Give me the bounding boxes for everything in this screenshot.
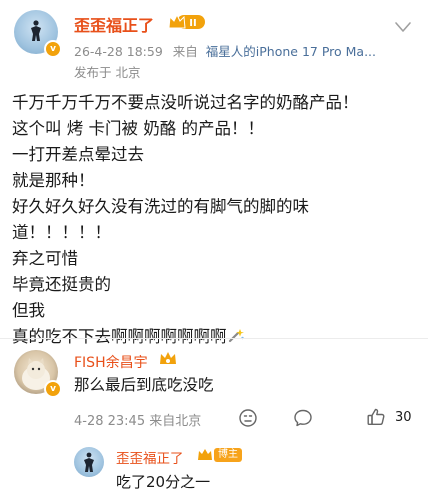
emoji-reaction-icon[interactable] xyxy=(238,408,258,428)
post-location: 发布于 北京 xyxy=(74,65,141,80)
post-meta: 26-4-28 18:59 来自 福星人的iPhone 17 Pro Ma... xyxy=(74,41,376,60)
comment-meta: 4-28 23:45 来自北京 xyxy=(74,414,202,429)
reply-author-avatar[interactable] xyxy=(74,447,104,477)
post-line: 这个叫 烤 卡门被 奶酪 的产品！！ xyxy=(12,119,264,138)
post-line: 弃之可惜 xyxy=(12,249,78,268)
like-thumb-icon[interactable] xyxy=(366,407,386,427)
reply-author-name[interactable]: 歪歪福正了 xyxy=(116,447,184,467)
source-prefix: 来自 xyxy=(172,44,198,59)
post-line: 但我 xyxy=(12,301,45,320)
chevron-down-icon[interactable] xyxy=(392,16,414,38)
source-device-link[interactable]: 福星人的iPhone 17 Pro Ma... xyxy=(206,44,376,59)
avatar-figure xyxy=(31,20,41,41)
verified-badge-icon: v xyxy=(44,380,62,398)
member-crown-icon xyxy=(198,449,212,460)
post-body: 千万千万千万不要点没听说过名字的奶酪产品！ 这个叫 烤 卡门被 奶酪 的产品！！… xyxy=(12,90,416,350)
avatar-figure xyxy=(84,452,94,472)
post-date: 26-4-28 18:59 xyxy=(74,44,163,59)
author-name[interactable]: 歪歪福正了 xyxy=(74,12,154,36)
post-line: 就是那种！ xyxy=(12,171,95,190)
verified-badge-icon: v xyxy=(44,40,62,58)
commenter-name[interactable]: FISH余昌宇 xyxy=(74,352,148,372)
reply-text: 吃了20分之一 xyxy=(116,473,211,491)
sparkle-emoji-icon xyxy=(228,329,244,343)
member-crown-icon xyxy=(160,352,176,364)
post-line: 毕竟还挺贵的 xyxy=(12,275,111,294)
post-line-last: 真的吃不下去啊啊啊啊啊啊啊 xyxy=(12,324,416,350)
post-line: 真的吃不下去啊啊啊啊啊啊啊 xyxy=(12,327,227,346)
post-line: 一打开差点晕过去 xyxy=(12,145,144,164)
member-crown-icon: II xyxy=(168,13,205,29)
post-line: 千万千万千万不要点没听说过名字的奶酪产品！ xyxy=(12,93,359,112)
author-tag-badge: 博主 xyxy=(214,448,242,462)
level-badge-text: II xyxy=(189,18,196,29)
post-line: 好久好久好久没有洗过的有脚气的脚的味 xyxy=(12,197,309,216)
like-count: 30 xyxy=(395,410,412,425)
comment-text: 那么最后到底吃没吃 xyxy=(74,376,214,394)
comment-icon[interactable] xyxy=(293,408,313,428)
post-line: 道！！！！！ xyxy=(12,223,111,242)
divider xyxy=(0,338,428,339)
